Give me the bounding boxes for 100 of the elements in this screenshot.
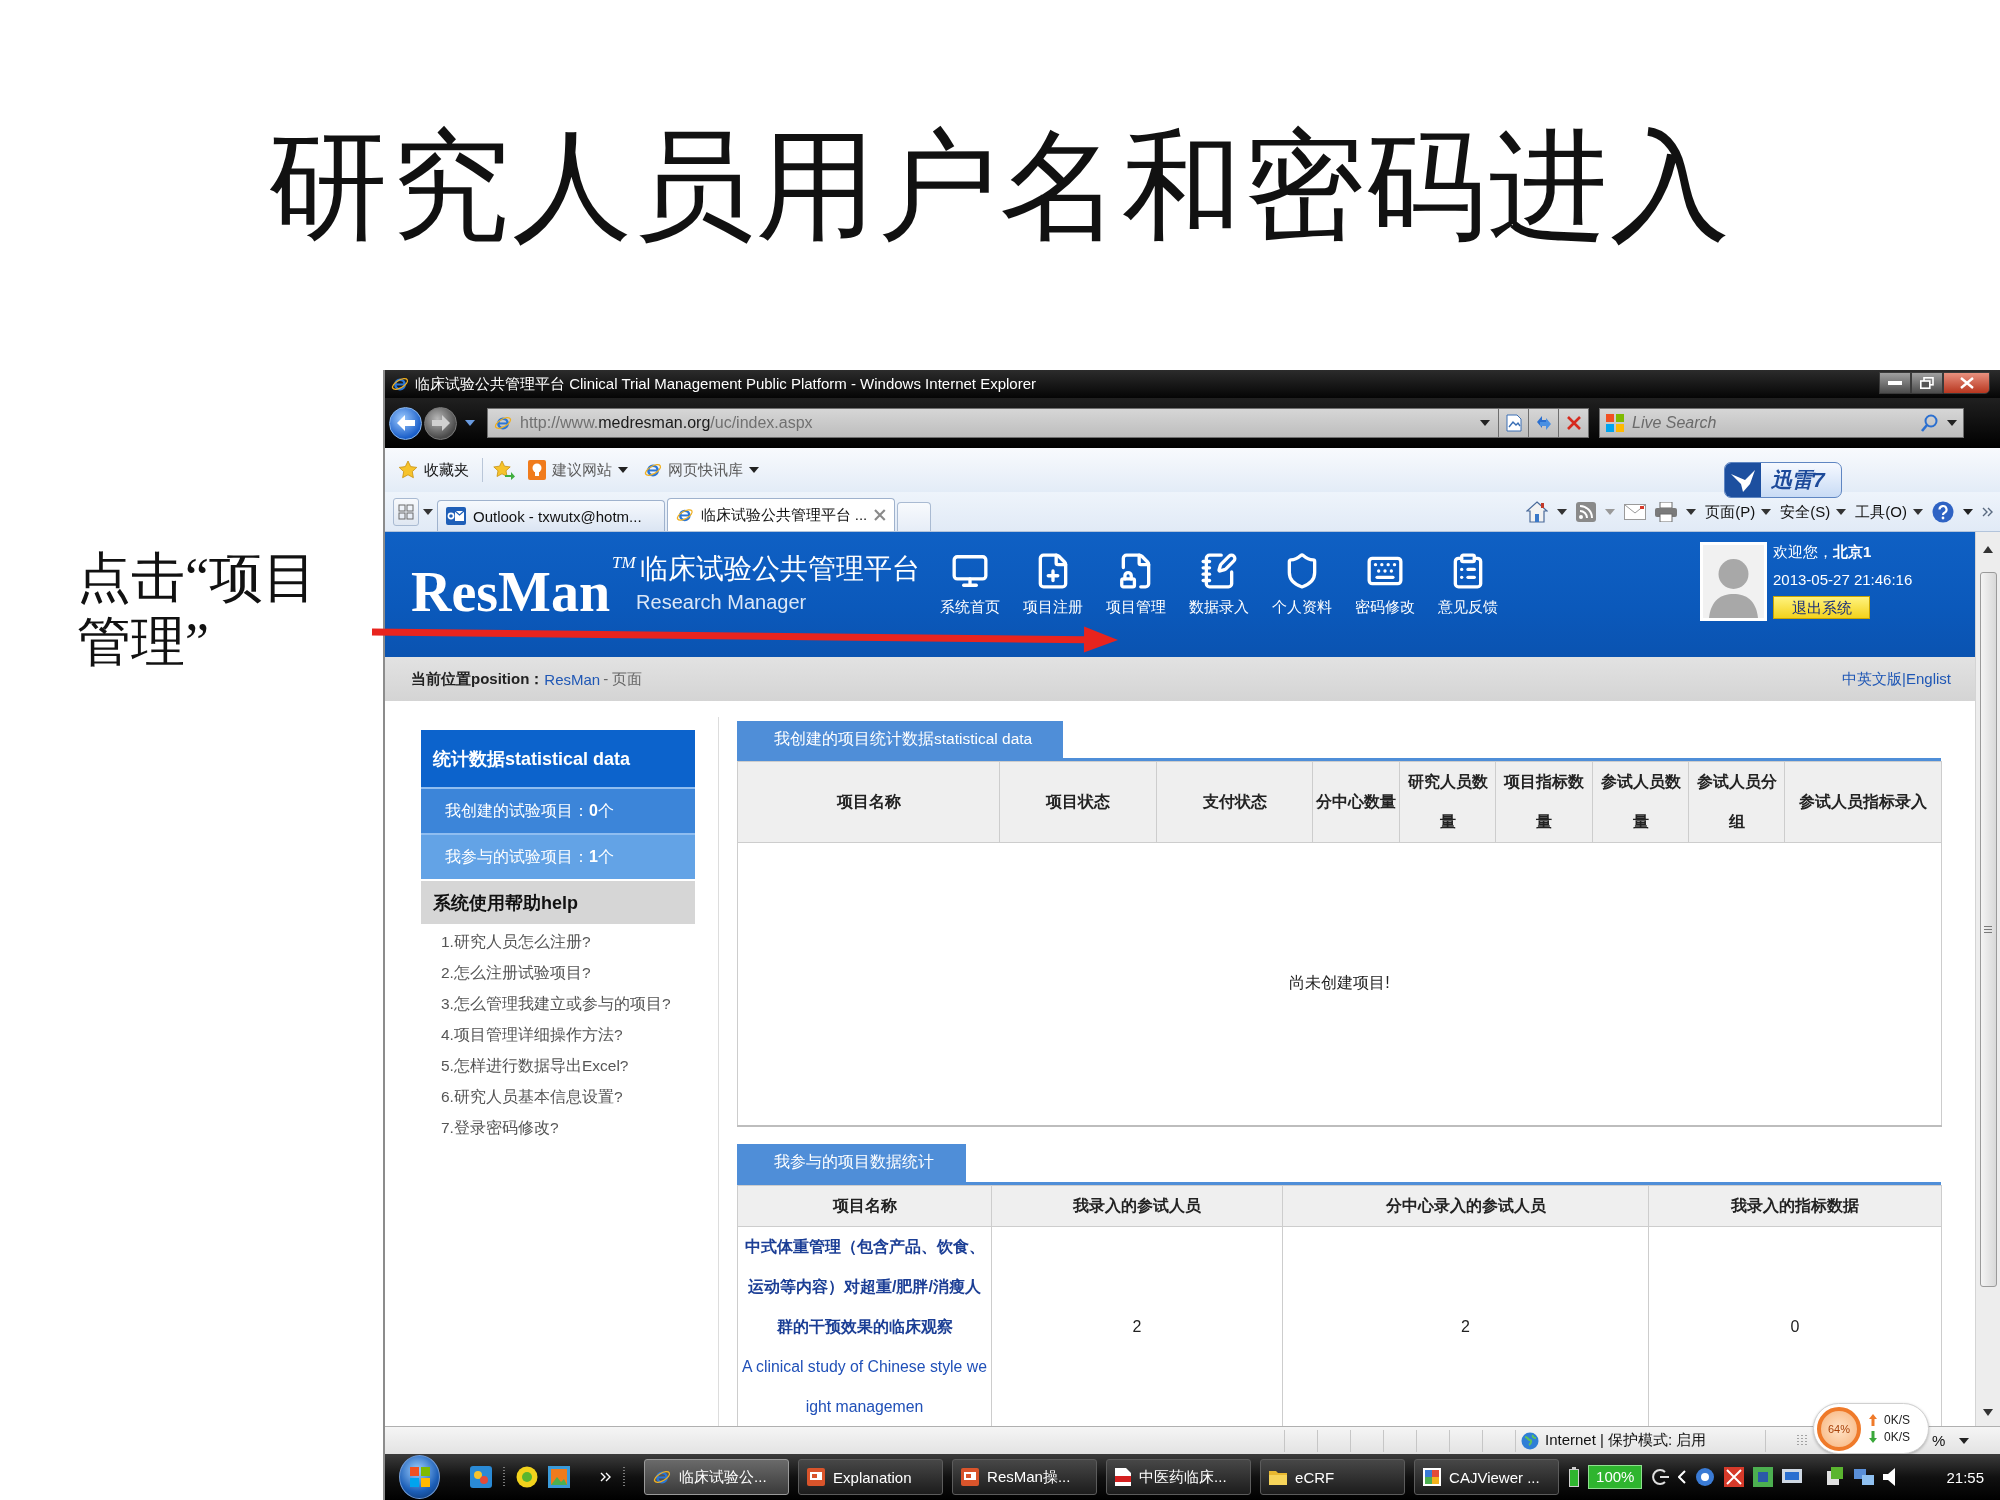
bird-icon (1725, 463, 1761, 497)
caret-icon[interactable] (1557, 508, 1568, 515)
caret-icon (1913, 508, 1923, 515)
taskbar-button[interactable]: eCRF (1260, 1459, 1406, 1495)
help-link[interactable]: 5.怎样进行数据导出Excel? (441, 1050, 629, 1081)
picture-icon[interactable] (548, 1466, 571, 1488)
nav-item[interactable]: 密码修改 (1343, 532, 1426, 616)
app-icon (1423, 1468, 1442, 1486)
caret-icon[interactable] (1686, 508, 1697, 515)
column-header: 参试人员指标录入 (1784, 761, 1942, 843)
forward-button[interactable] (424, 406, 457, 440)
caret-icon[interactable] (1480, 420, 1490, 426)
project-title[interactable]: 中式体重管理（包含产品、饮食、运动等内容）对超重/肥胖/消瘦人群的干预效果的临床观察 (742, 1226, 987, 1347)
nav-item[interactable]: 项目管理 (1094, 532, 1177, 616)
column-header: 项目状态 (999, 761, 1157, 843)
sidebar-stat-item[interactable]: 我创建的试验项目：0个 (421, 787, 695, 833)
close-tab-icon[interactable] (874, 509, 886, 521)
zoom-level-text[interactable]: % (1932, 1432, 1946, 1449)
browser-tab[interactable]: Outlook - txwutx@hotm... (437, 500, 665, 531)
favorites-bar-item[interactable]: 建议网站 (525, 458, 631, 482)
login-datetime: 2013-05-27 21:46:16 (1773, 570, 1913, 590)
scroll-up-icon[interactable] (1983, 546, 1993, 553)
help-link[interactable]: 7.登录密码修改? (441, 1112, 559, 1143)
taskbar-button[interactable]: ResMan操... (952, 1459, 1098, 1495)
tray-icon[interactable] (1695, 1467, 1716, 1487)
start-button[interactable] (399, 1455, 441, 1499)
mail-app-icon (446, 507, 466, 525)
smiley-icon[interactable] (516, 1466, 539, 1488)
tray-icon[interactable] (1753, 1467, 1774, 1487)
search-box[interactable]: Live Search (1599, 408, 1964, 438)
tray-icon[interactable] (1825, 1467, 1846, 1487)
add-favorite-icon[interactable] (493, 460, 515, 480)
plug-icon[interactable] (1651, 1468, 1670, 1486)
caret-icon (1836, 508, 1847, 515)
vertical-scrollbar[interactable] (1975, 532, 2000, 1426)
language-link[interactable]: 中英文版|Englist (1842, 669, 1951, 689)
nav-item[interactable]: 系统首页 (928, 532, 1011, 616)
taskbar-button[interactable]: CAJViewer ... (1414, 1459, 1560, 1495)
nav-item[interactable]: 意见反馈 (1426, 532, 1509, 616)
printer-icon[interactable] (1655, 501, 1678, 522)
breadcrumb-link[interactable]: ResMan (544, 670, 601, 688)
caret-icon[interactable] (423, 509, 433, 515)
project-english-title[interactable]: A clinical study of Chinese style weight managemen (742, 1346, 987, 1426)
search-field[interactable]: Live Search (1632, 412, 1913, 434)
restore-icon (1920, 377, 1934, 389)
scroll-down-icon[interactable] (1983, 1409, 1993, 1416)
restore-button[interactable] (1911, 372, 1943, 394)
download-speed: 0K/S (1884, 1430, 1910, 1444)
nav-item[interactable]: 个人资料 (1260, 532, 1343, 616)
command-menu[interactable]: 页面(P) (1705, 502, 1772, 521)
floating-badge[interactable]: 迅雷7 (1724, 462, 1842, 498)
tray-icon[interactable] (1724, 1467, 1745, 1487)
nav-item[interactable]: 项目注册 (1011, 532, 1094, 616)
annotation-text: 点击“项目管理” (77, 547, 318, 674)
close-button[interactable] (1943, 372, 1990, 394)
scroll-thumb[interactable] (1979, 572, 1997, 1287)
taskbar-button[interactable]: 中医药临床... (1106, 1459, 1252, 1495)
nav-item[interactable]: 数据录入 (1177, 532, 1260, 616)
chevron-left-icon[interactable] (1678, 1470, 1687, 1484)
help-icon[interactable] (1932, 500, 1954, 523)
help-link[interactable]: 3.怎么管理我建立或参与的项目? (441, 988, 671, 1019)
column-header: 项目名称 (737, 1185, 992, 1226)
quick-launch-icon[interactable] (470, 1466, 493, 1488)
feed-icon[interactable] (1576, 501, 1597, 522)
help-link[interactable]: 1.研究人员怎么注册? (441, 926, 591, 957)
command-menu[interactable]: 安全(S) (1780, 502, 1847, 521)
caret-icon[interactable] (465, 420, 475, 426)
help-link[interactable]: 2.怎么注册试验项目? (441, 957, 591, 988)
grip-icon (1984, 926, 1992, 933)
caret-icon (749, 467, 759, 473)
address-field[interactable]: http://www.medresman.org/uc/index.aspx (487, 408, 1499, 438)
logout-button[interactable]: 退出系统 (1773, 596, 1870, 619)
logo-wordmark: ResMan (411, 564, 611, 620)
stop-button[interactable] (1559, 408, 1589, 438)
speaker-icon[interactable] (1883, 1468, 1898, 1486)
caret-icon[interactable] (1959, 1437, 1970, 1444)
home-icon[interactable] (1526, 500, 1549, 523)
back-button[interactable] (389, 406, 422, 440)
e-logo-icon (391, 375, 409, 393)
column-header: 项目指标数量 (1495, 761, 1593, 843)
help-link[interactable]: 6.研究人员基本信息设置? (441, 1081, 623, 1112)
grip-icon (502, 1466, 507, 1488)
caret-icon (618, 467, 628, 473)
mail-icon[interactable] (1624, 503, 1647, 520)
favorites-bar-item[interactable]: 收藏夹 (395, 458, 472, 482)
minimize-button[interactable] (1879, 372, 1911, 394)
command-menu[interactable]: 工具(O) (1855, 502, 1923, 521)
compatibility-view-button[interactable] (1499, 408, 1529, 438)
caret-icon[interactable] (1963, 508, 1973, 515)
taskbar-button[interactable]: Explanation (798, 1459, 944, 1495)
favorites-bar-item[interactable]: 网页快讯库 (641, 458, 762, 482)
trademark-mark: TM (612, 554, 636, 571)
browser-tab[interactable]: 临床试验公共管理平台 ... (667, 498, 895, 531)
search-icon[interactable] (1921, 414, 1939, 432)
refresh-button[interactable] (1529, 408, 1559, 438)
caret-icon[interactable] (1947, 420, 1957, 426)
taskbar-button[interactable]: 临床试验公... (644, 1459, 790, 1495)
network-icon[interactable] (1854, 1467, 1875, 1487)
help-link[interactable]: 4.项目管理详细操作方法? (441, 1019, 623, 1050)
battery-icon[interactable] (1569, 1467, 1580, 1487)
